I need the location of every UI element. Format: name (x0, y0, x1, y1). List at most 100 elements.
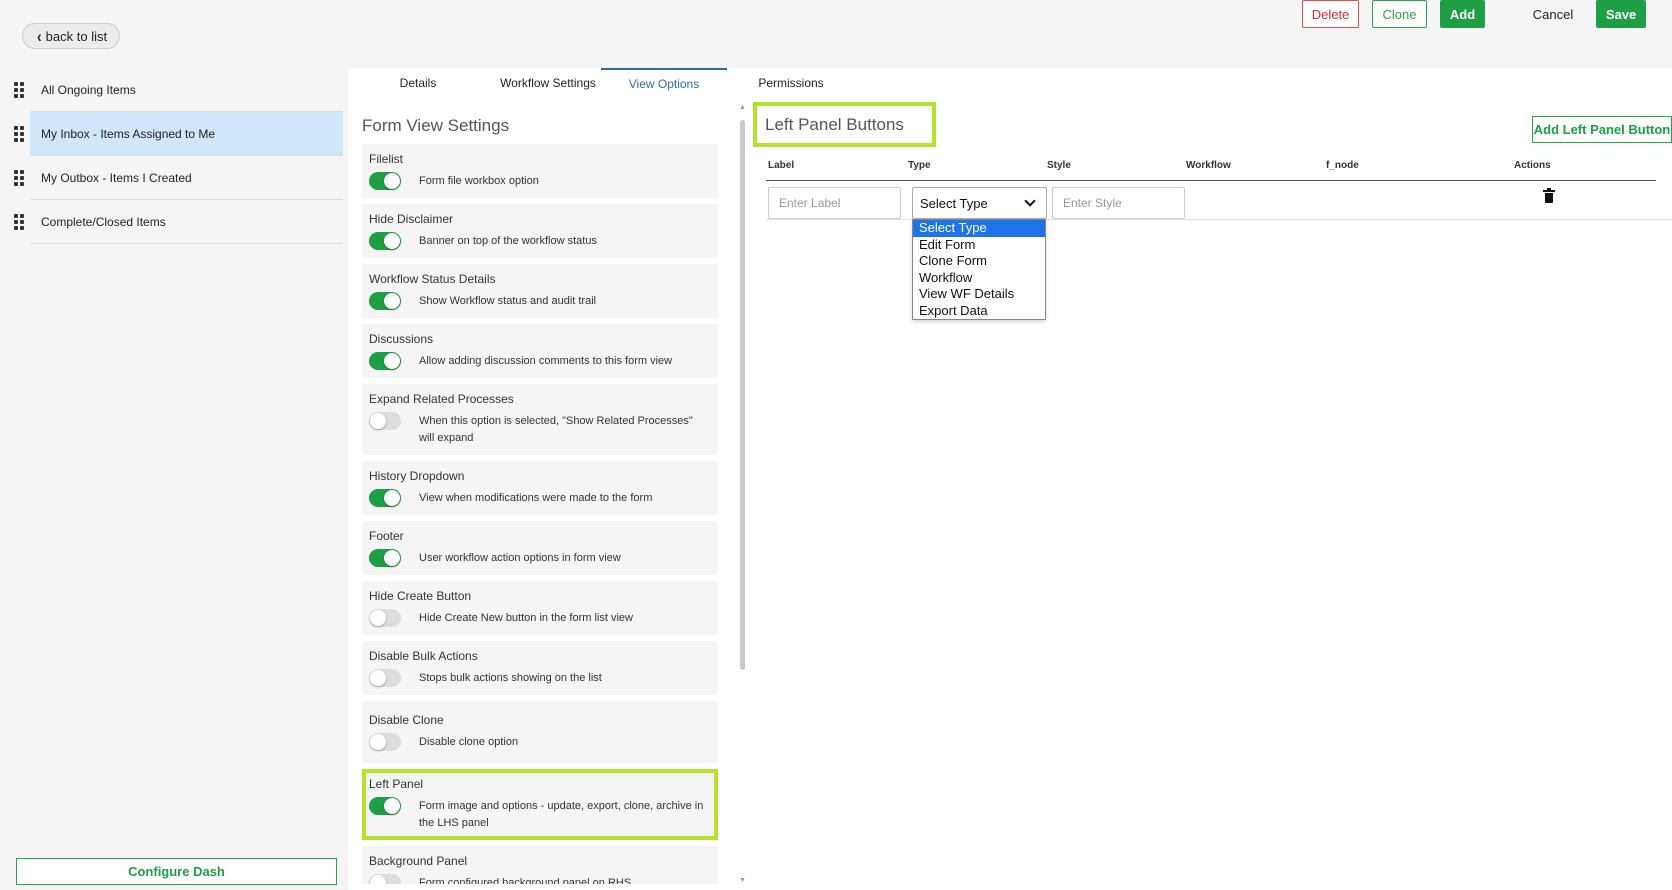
type-dropdown-list: Select Type Edit Form Clone Form Workflo… (912, 219, 1046, 320)
sidebar-item-my-outbox[interactable]: My Outbox - Items I Created (8, 155, 343, 200)
disable-clone-toggle[interactable] (369, 733, 401, 751)
setting-hide-create-button: Hide Create Button Hide Create New butto… (362, 581, 718, 635)
setting-title: Background Panel (369, 854, 468, 868)
setting-title: Discussions (369, 332, 434, 346)
sidebar: All Ongoing Items My Inbox - Items Assig… (8, 67, 343, 244)
setting-title: Left Panel (369, 777, 424, 791)
main-panel: Details Workflow Settings View Options P… (348, 68, 1672, 890)
setting-footer: Footer User workflow action options in f… (362, 521, 718, 575)
back-to-list-label: back to list (45, 28, 108, 44)
form-view-settings-title: Form View Settings (362, 116, 510, 135)
setting-title: Hide Create Button (369, 589, 472, 603)
configure-dash-button[interactable]: Configure Dash (16, 858, 337, 885)
setting-hide-disclaimer: Hide Disclaimer Banner on top of the wor… (362, 204, 718, 258)
setting-workflow-status-details: Workflow Status Details Show Workflow st… (362, 264, 718, 318)
header-divider (766, 180, 1656, 181)
type-option-edit-form[interactable]: Edit Form (913, 237, 1045, 254)
type-option-clone-form[interactable]: Clone Form (913, 253, 1045, 270)
settings-scrollbar[interactable]: ▲ ▼ (737, 104, 747, 884)
clone-button[interactable]: Clone (1372, 0, 1427, 28)
left-panel-toggle[interactable] (369, 797, 401, 815)
setting-desc: When this option is selected, "Show Rela… (419, 415, 693, 444)
filelist-toggle[interactable] (369, 172, 401, 190)
setting-desc: Banner on top of the workflow status (419, 235, 597, 247)
type-option-view-wf-details[interactable]: View WF Details (913, 286, 1045, 303)
setting-title: Expand Related Processes (369, 392, 514, 406)
trash-icon[interactable] (1543, 188, 1555, 204)
setting-history-dropdown: History Dropdown View when modifications… (362, 461, 718, 515)
add-button[interactable]: Add (1440, 0, 1485, 28)
setting-desc: Allow adding discussion comments to this… (419, 355, 673, 367)
style-input[interactable] (1052, 187, 1185, 219)
chevron-down-icon (1024, 195, 1036, 207)
scroll-up-arrow-icon[interactable]: ▲ (739, 104, 746, 111)
setting-desc: Form image and options - update, export,… (419, 800, 704, 829)
column-header-style: Style (1047, 160, 1071, 171)
setting-desc: Form file workbox option (419, 175, 539, 187)
background-panel-toggle[interactable] (369, 874, 401, 884)
sidebar-item-label: Complete/Closed Items (41, 214, 166, 229)
column-header-actions: Actions (1514, 160, 1551, 171)
setting-desc: Hide Create New button in the form list … (419, 612, 633, 624)
drag-handle-icon[interactable] (8, 111, 30, 156)
scrollbar-thumb[interactable] (740, 120, 745, 670)
scroll-down-arrow-icon[interactable]: ▼ (739, 877, 746, 884)
setting-title: Disable Bulk Actions (369, 649, 478, 663)
setting-desc: User workflow action options in form vie… (419, 552, 621, 564)
drag-handle-icon[interactable] (8, 199, 30, 244)
hide-disclaimer-toggle[interactable] (369, 232, 401, 250)
setting-desc: Show Workflow status and audit trail (419, 295, 597, 307)
settings-list[interactable]: Filelist Form file workbox option Hide D… (362, 144, 718, 884)
tab-details[interactable]: Details (388, 68, 448, 98)
column-header-label: Label (768, 160, 795, 171)
column-header-f-node: f_node (1326, 160, 1359, 171)
sidebar-item-label: All Ongoing Items (41, 82, 136, 97)
sidebar-item-label: My Inbox - Items Assigned to Me (41, 126, 216, 141)
save-button[interactable]: Save (1596, 0, 1646, 28)
tab-workflow-settings[interactable]: Workflow Settings (478, 68, 618, 98)
setting-title: Disable Clone (369, 713, 444, 727)
setting-discussions: Discussions Allow adding discussion comm… (362, 324, 718, 378)
workflow-status-details-toggle[interactable] (369, 292, 401, 310)
setting-filelist: Filelist Form file workbox option (362, 144, 718, 198)
history-dropdown-toggle[interactable] (369, 489, 401, 507)
column-header-type: Type (908, 160, 931, 171)
setting-desc: View when modifications were made to the… (419, 492, 653, 504)
label-input[interactable] (768, 187, 901, 219)
setting-disable-clone: Disable Clone Disable clone option (362, 701, 718, 763)
drag-handle-icon[interactable] (8, 155, 30, 200)
tab-view-options[interactable]: View Options (601, 68, 727, 98)
setting-title: Workflow Status Details (369, 272, 496, 286)
setting-disable-bulk-actions: Disable Bulk Actions Stops bulk actions … (362, 641, 718, 695)
column-header-workflow: Workflow (1186, 160, 1231, 171)
drag-handle-icon[interactable] (8, 67, 30, 112)
sidebar-item-my-inbox[interactable]: My Inbox - Items Assigned to Me (8, 111, 343, 156)
setting-desc: Stops bulk actions showing on the list (419, 672, 602, 684)
sidebar-item-complete-closed[interactable]: Complete/Closed Items (8, 199, 343, 244)
type-option-workflow[interactable]: Workflow (913, 270, 1045, 287)
hide-create-button-toggle[interactable] (369, 609, 401, 627)
type-option-select-type[interactable]: Select Type (913, 220, 1045, 237)
delete-button[interactable]: Delete (1302, 0, 1359, 28)
cancel-button[interactable]: Cancel (1525, 0, 1581, 28)
setting-title: History Dropdown (369, 469, 465, 483)
tab-permissions[interactable]: Permissions (728, 68, 854, 98)
setting-background-panel: Background Panel Form configured backgro… (362, 846, 718, 884)
type-select[interactable]: Select Type (912, 187, 1047, 219)
discussions-toggle[interactable] (369, 352, 401, 370)
setting-desc: Form configured background panel on RHS (419, 877, 632, 884)
setting-desc: Disable clone option (419, 736, 519, 748)
chevron-left-icon: ‹ (37, 26, 42, 46)
setting-expand-related-processes: Expand Related Processes When this optio… (362, 384, 718, 455)
sidebar-item-all-ongoing[interactable]: All Ongoing Items (8, 67, 343, 112)
expand-related-processes-toggle[interactable] (369, 412, 401, 430)
disable-bulk-actions-toggle[interactable] (369, 669, 401, 687)
left-panel-buttons-heading: Left Panel Buttons (753, 102, 936, 147)
row-divider (766, 219, 1672, 220)
left-panel-buttons-title: Left Panel Buttons (765, 114, 904, 134)
add-left-panel-button[interactable]: Add Left Panel Button (1532, 116, 1672, 143)
type-option-export-data[interactable]: Export Data (913, 303, 1045, 320)
back-to-list-button[interactable]: ‹ back to list (22, 23, 121, 49)
setting-title: Filelist (369, 152, 404, 166)
footer-toggle[interactable] (369, 549, 401, 567)
